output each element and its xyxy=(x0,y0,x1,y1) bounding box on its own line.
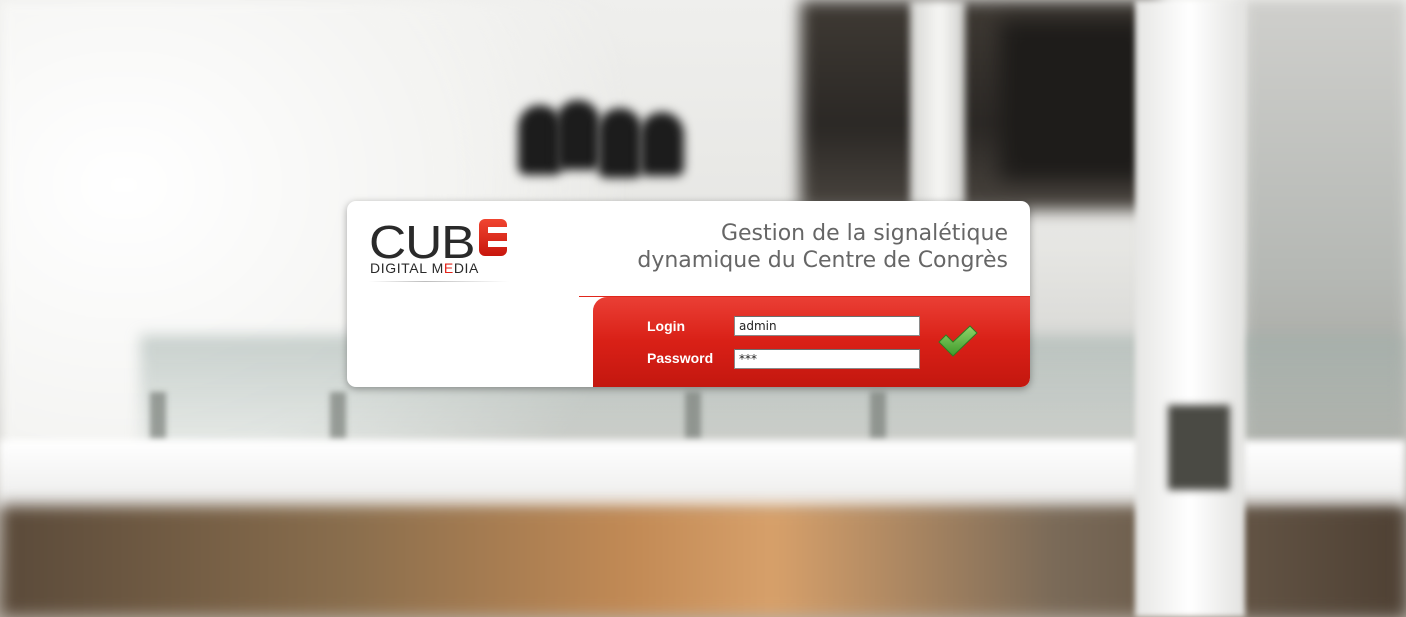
background-railing-post xyxy=(685,392,701,440)
submit-button[interactable] xyxy=(936,323,980,359)
logo-tagline: DIGITAL MEDIA xyxy=(370,260,479,276)
logo-e-mark xyxy=(479,219,507,256)
background-railing-post xyxy=(150,392,166,440)
page-title: Gestion de la signalétique dynamique du … xyxy=(578,220,1008,274)
page-title-line-2: dynamique du Centre de Congrès xyxy=(637,248,1008,273)
login-label: Login xyxy=(647,318,686,334)
page-title-line-1: Gestion de la signalétique xyxy=(720,221,1008,246)
password-input[interactable] xyxy=(734,349,920,369)
login-page: CUB DIGITAL MEDIA Gestion de la signalét… xyxy=(0,0,1406,617)
company-logo: CUB DIGITAL MEDIA xyxy=(369,219,519,289)
background-railing-post xyxy=(330,392,346,440)
logo-tagline-end: DIA xyxy=(453,260,479,276)
background-slot xyxy=(1168,405,1230,490)
background-column xyxy=(1135,0,1245,617)
background-person xyxy=(640,112,684,176)
background-person xyxy=(598,108,642,178)
background-doorway xyxy=(1000,20,1150,180)
logo-wordmark: CUB xyxy=(369,216,476,268)
checkmark-icon xyxy=(938,325,978,357)
password-label: Password xyxy=(647,350,714,366)
login-form: Login Password xyxy=(593,297,1030,387)
login-input[interactable] xyxy=(734,316,920,336)
background-person xyxy=(556,100,600,170)
logo-divider xyxy=(369,281,509,282)
login-card: CUB DIGITAL MEDIA Gestion de la signalét… xyxy=(347,201,1030,387)
logo-tagline-start: DIGITAL M xyxy=(370,260,444,276)
logo-tagline-accent: E xyxy=(443,260,454,276)
background-railing-post xyxy=(870,392,886,440)
